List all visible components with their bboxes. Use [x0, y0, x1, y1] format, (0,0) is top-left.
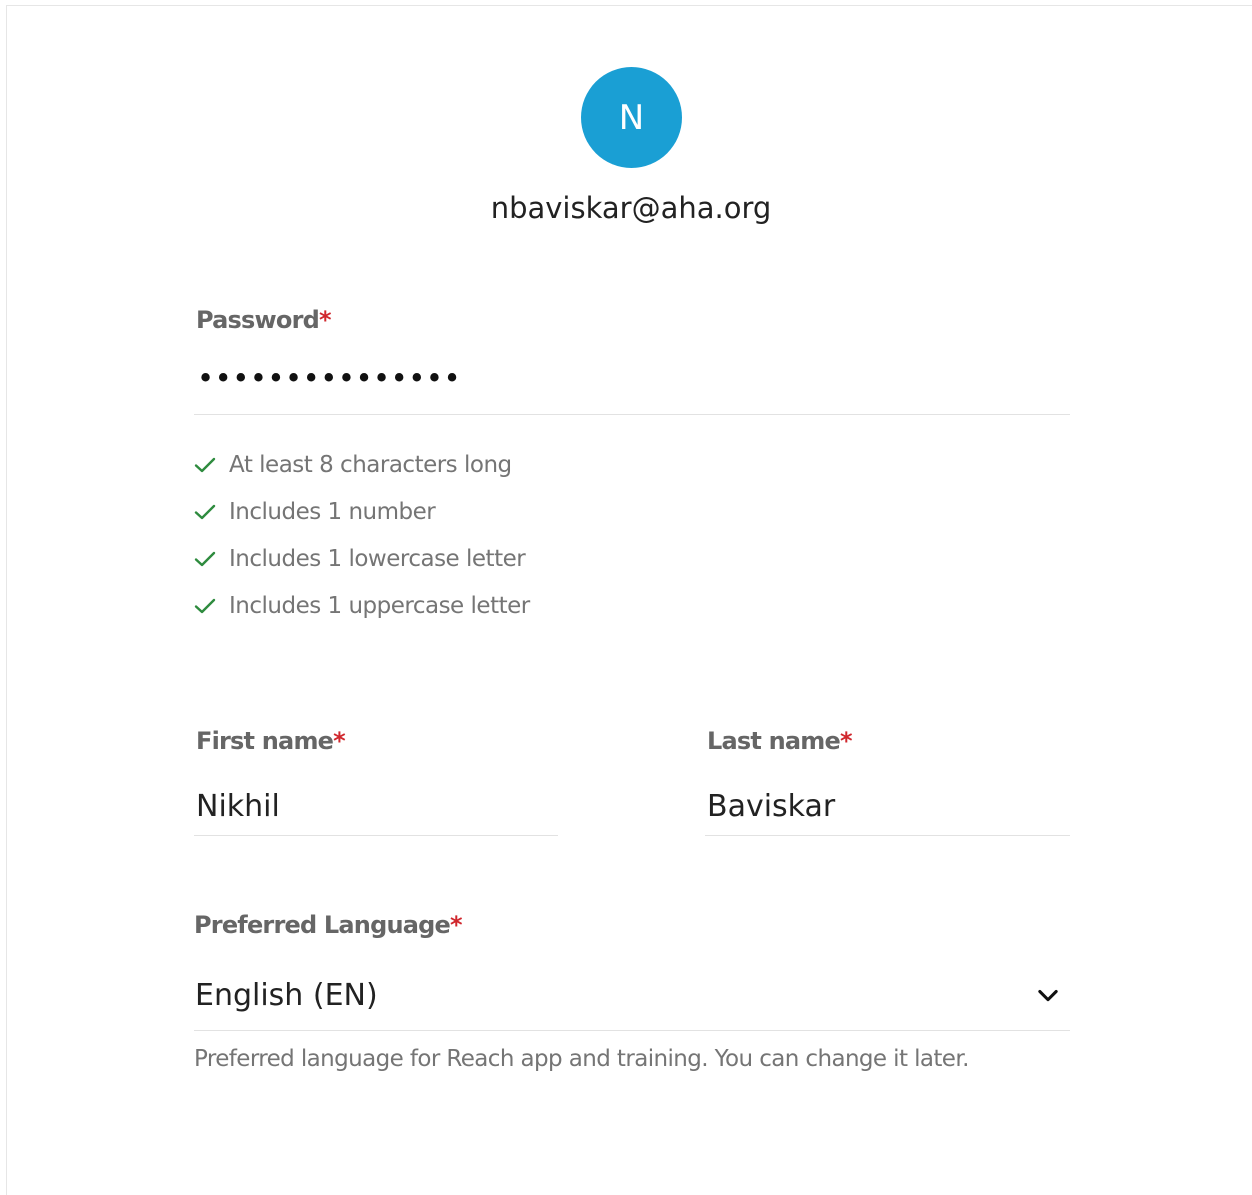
check-icon	[194, 598, 216, 614]
password-rule-uppercase: Includes 1 uppercase letter	[193, 591, 530, 621]
language-selected-value: English (EN)	[195, 977, 378, 1013]
required-mark: *	[450, 911, 463, 939]
required-mark: *	[839, 727, 853, 755]
last-name-label-text: Last name	[707, 727, 841, 755]
last-name-label: Last name*	[707, 727, 853, 755]
account-email: nbaviskar@aha.org	[490, 191, 772, 225]
language-label: Preferred Language*	[194, 911, 463, 939]
required-mark: *	[333, 727, 346, 755]
language-hint: Preferred language for Reach app and tra…	[194, 1046, 969, 1072]
check-icon	[194, 551, 216, 567]
language-select[interactable]: English (EN)	[194, 960, 1070, 1031]
password-rule-text: At least 8 characters long	[229, 452, 512, 478]
first-name-input[interactable]	[194, 777, 558, 836]
password-rule-text: Includes 1 uppercase letter	[229, 593, 530, 619]
password-masked-value: •••••••••••••••	[197, 361, 462, 395]
language-label-text: Preferred Language	[194, 911, 451, 939]
avatar: N	[581, 67, 682, 168]
password-label: Password*	[196, 306, 332, 334]
check-icon	[194, 504, 216, 520]
password-rule-lowercase: Includes 1 lowercase letter	[193, 544, 526, 574]
first-name-label-text: First name	[196, 727, 334, 755]
password-rule-text: Includes 1 number	[229, 499, 436, 525]
required-mark: *	[319, 306, 332, 334]
password-rule-length: At least 8 characters long	[193, 450, 512, 480]
first-name-label: First name*	[196, 727, 346, 755]
password-label-text: Password	[196, 306, 320, 334]
password-rule-text: Includes 1 lowercase letter	[229, 546, 526, 572]
last-name-input[interactable]	[705, 777, 1070, 836]
chevron-down-icon	[1038, 989, 1058, 1002]
password-rule-number: Includes 1 number	[193, 497, 436, 527]
avatar-initial: N	[618, 97, 645, 138]
check-icon	[194, 457, 216, 473]
